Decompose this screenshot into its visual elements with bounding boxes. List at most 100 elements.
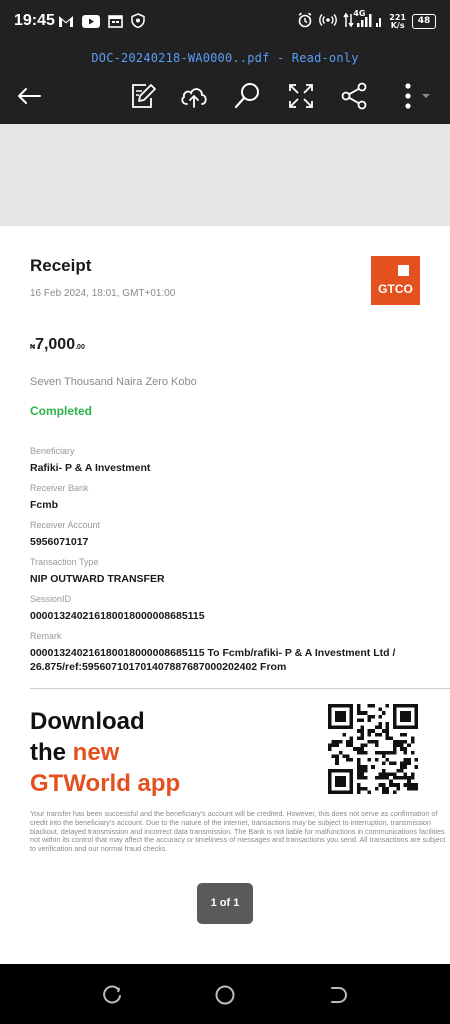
- qr-module: [407, 779, 411, 784]
- qr-module: [356, 786, 361, 791]
- more-vertical-icon: [405, 83, 430, 109]
- qr-module: [364, 786, 368, 791]
- qr-module: [335, 711, 339, 715]
- qr-code-icon: [328, 704, 418, 794]
- qr-module: [410, 783, 415, 787]
- qr-module: [367, 704, 372, 708]
- qr-module: [382, 711, 386, 715]
- qr-module: [356, 704, 361, 708]
- qr-module: [328, 725, 332, 730]
- field-receiver-account: Receiver Account 5956071017: [30, 520, 430, 549]
- edit-document-icon: [132, 84, 156, 108]
- qr-module: [385, 790, 390, 794]
- qr-module: [410, 772, 415, 776]
- qr-module: [378, 750, 382, 755]
- qr-module: [400, 743, 404, 748]
- qr-module: [414, 783, 418, 787]
- upload-button[interactable]: [178, 80, 210, 112]
- qr-module: [346, 725, 350, 730]
- share-icon: [341, 82, 367, 110]
- qr-module: [346, 704, 350, 708]
- system-status-icons: 4G 221 K/s 48: [297, 9, 436, 31]
- qr-module: [407, 704, 411, 708]
- qr-module: [338, 790, 343, 794]
- fullscreen-button[interactable]: [285, 80, 317, 112]
- qr-module: [328, 768, 332, 773]
- qr-module: [374, 758, 379, 762]
- qr-module: [392, 722, 397, 726]
- qr-module: [356, 747, 361, 751]
- battery-indicator: 48: [412, 14, 436, 29]
- qr-module: [403, 765, 408, 769]
- field-label: SessionID: [30, 594, 72, 604]
- qr-module: [382, 761, 386, 766]
- qr-module: [342, 714, 346, 719]
- qr-module: [364, 743, 368, 748]
- qr-module: [360, 747, 364, 751]
- qr-module: [342, 704, 346, 708]
- qr-module: [367, 732, 372, 737]
- qr-module: [331, 704, 336, 708]
- qr-module: [407, 718, 411, 722]
- qr-module: [360, 750, 364, 755]
- qr-module: [349, 714, 354, 719]
- cloud-upload-icon: [181, 88, 207, 108]
- qr-module: [338, 704, 343, 708]
- qr-module: [410, 725, 415, 730]
- edit-button[interactable]: [126, 80, 158, 112]
- home-circle-icon: [215, 985, 235, 1005]
- app-toolbar: DOC-20240218-WA0000..pdf - Read-only: [0, 44, 450, 124]
- qr-module: [356, 758, 361, 762]
- qr-module: [385, 750, 390, 755]
- qr-module: [385, 758, 390, 762]
- qr-module: [407, 783, 411, 787]
- qr-module: [342, 790, 346, 794]
- qr-module: [400, 711, 404, 715]
- notification-icons: [58, 13, 145, 32]
- qr-module: [342, 718, 346, 722]
- qr-module: [392, 772, 397, 776]
- share-button[interactable]: [338, 80, 370, 112]
- promo-line-3: GTWorld app: [30, 770, 181, 797]
- qr-module: [374, 725, 379, 730]
- qr-module: [403, 761, 408, 766]
- qr-module: [328, 711, 332, 715]
- section-divider: [30, 688, 450, 689]
- search-button[interactable]: [232, 80, 264, 112]
- more-options-button[interactable]: [396, 80, 436, 112]
- qr-module: [400, 765, 404, 769]
- qr-module: [328, 743, 332, 748]
- qr-module: [392, 761, 397, 766]
- qr-module: [400, 761, 404, 766]
- gtco-logo: GTCO: [371, 256, 420, 305]
- qr-module: [382, 750, 386, 755]
- qr-module: [346, 754, 350, 758]
- field-label: Remark: [30, 631, 62, 641]
- qr-module: [403, 714, 408, 719]
- calendar-icon: [108, 13, 123, 32]
- recents-button[interactable]: [102, 984, 124, 1006]
- back-nav-button[interactable]: [326, 984, 348, 1006]
- qr-module: [331, 790, 336, 794]
- status-time: 19:45: [14, 12, 55, 29]
- qr-module: [374, 740, 379, 744]
- qr-module: [328, 714, 332, 719]
- qr-module: [364, 768, 368, 773]
- qr-module: [349, 768, 354, 773]
- qr-module: [382, 786, 386, 791]
- document-viewer[interactable]: Receipt 16 Feb 2024, 18:01, GMT+01:00 GT…: [0, 124, 450, 982]
- qr-module: [360, 765, 364, 769]
- qr-module: [342, 732, 346, 737]
- qr-module: [392, 790, 397, 794]
- qr-module: [407, 725, 411, 730]
- back-nav-icon: [331, 987, 347, 1003]
- qr-module: [328, 790, 332, 794]
- qr-module: [342, 725, 346, 730]
- home-button[interactable]: [214, 984, 236, 1006]
- receipt-date: 16 Feb 2024, 18:01, GMT+01:00: [30, 288, 176, 299]
- status-bar: 19:45 4G 221 K/s 48: [0, 0, 450, 44]
- qr-module: [400, 768, 404, 773]
- youtube-icon: [82, 13, 100, 32]
- qr-module: [392, 714, 397, 719]
- back-button[interactable]: [14, 80, 46, 112]
